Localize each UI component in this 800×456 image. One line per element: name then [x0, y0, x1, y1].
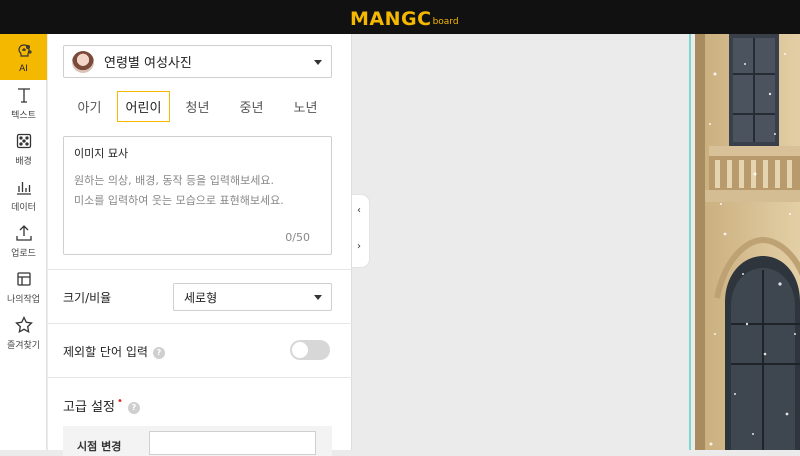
model-select-value: 연령별 여성사진: [104, 56, 192, 71]
rail-label-ai: AI: [19, 63, 28, 74]
logo-sub-text: board: [432, 17, 459, 27]
divider: [48, 377, 352, 378]
tab-child[interactable]: 어린이: [117, 91, 170, 122]
age-tabs: 아기 어린이 청년 중년 노년: [63, 91, 333, 123]
toggle-knob: [292, 342, 308, 358]
chevron-right-icon[interactable]: ›: [357, 241, 361, 252]
prompt-title: 이미지 묘사: [74, 147, 129, 160]
rail-item-text[interactable]: 텍스트: [0, 80, 47, 126]
left-tool-rail: AI 텍스트 배경 데이터 업로드 나의작업 즐겨찾기: [0, 34, 47, 450]
rail-label-background: 배경: [15, 157, 32, 167]
logo-main-text: MANGC: [350, 8, 432, 30]
canvas-photo[interactable]: [695, 34, 800, 450]
my-work-icon: [16, 272, 31, 286]
exclude-words-row: 제외할 단어 입력?: [63, 343, 165, 360]
upload-icon: [15, 225, 32, 241]
tab-youth[interactable]: 청년: [171, 91, 224, 122]
required-mark: •: [116, 396, 123, 407]
top-bar: MANGC board: [0, 0, 800, 34]
panel-collapse-tab: ‹ ›: [352, 194, 370, 268]
rail-item-upload[interactable]: 업로드: [0, 218, 47, 264]
advanced-settings-row: 고급 설정 •?: [63, 396, 140, 415]
ai-settings-panel: 연령별 여성사진 아기 어린이 청년 중년 노년 이미지 묘사 원하는 의상, …: [48, 34, 352, 456]
rail-label-upload: 업로드: [11, 249, 36, 259]
rail-label-text: 텍스트: [11, 111, 36, 121]
data-chart-icon: [16, 182, 31, 195]
tab-middle-age[interactable]: 중년: [225, 91, 278, 122]
rail-item-favorites[interactable]: 즐겨찾기: [0, 310, 47, 356]
divider: [48, 269, 352, 270]
divider: [48, 323, 352, 324]
prompt-char-counter: 0/50: [285, 231, 310, 244]
ratio-select-value: 세로형: [184, 290, 218, 305]
mangoboard-logo[interactable]: MANGC board: [350, 7, 459, 29]
help-icon[interactable]: ?: [127, 401, 140, 414]
prompt-textarea[interactable]: 이미지 묘사 원하는 의상, 배경, 동작 등을 입력해보세요. 미소를 입력하…: [63, 136, 332, 255]
building-photo-image: [695, 34, 800, 450]
background-dice-icon: [16, 133, 31, 149]
rail-label-my-work: 나의작업: [6, 295, 41, 305]
exclude-words-toggle[interactable]: [290, 340, 330, 360]
model-avatar: [72, 50, 94, 73]
canvas-guide-line: [689, 34, 691, 450]
model-select[interactable]: 연령별 여성사진: [63, 45, 332, 78]
advanced-settings-box: 시점 변경: [63, 426, 332, 456]
chevron-down-icon: [314, 60, 322, 65]
chevron-left-icon[interactable]: ‹: [357, 205, 361, 216]
advanced-settings-label: 고급 설정: [63, 400, 115, 415]
viewpoint-input[interactable]: [149, 431, 316, 455]
rail-item-background[interactable]: 배경: [0, 126, 47, 172]
rail-label-favorites: 즐겨찾기: [6, 341, 41, 351]
tab-senior[interactable]: 노년: [279, 91, 332, 122]
text-icon: [17, 88, 30, 103]
prompt-placeholder: 원하는 의상, 배경, 동작 등을 입력해보세요. 미소를 입력하여 웃는 모습…: [74, 174, 284, 207]
ratio-label: 크기/비율: [63, 291, 112, 305]
ratio-select[interactable]: 세로형: [173, 283, 332, 311]
star-icon: [14, 315, 33, 334]
rail-label-data: 데이터: [11, 203, 36, 213]
rail-item-data[interactable]: 데이터: [0, 172, 47, 218]
ai-brain-icon: [17, 43, 32, 57]
rail-item-ai[interactable]: AI: [0, 34, 47, 80]
exclude-words-label: 제외할 단어 입력: [63, 345, 148, 359]
chevron-down-icon: [314, 295, 322, 300]
rail-item-my-work[interactable]: 나의작업: [0, 264, 47, 310]
viewpoint-label: 시점 변경: [77, 440, 122, 453]
help-icon[interactable]: ?: [152, 346, 165, 359]
tab-baby[interactable]: 아기: [63, 91, 116, 122]
